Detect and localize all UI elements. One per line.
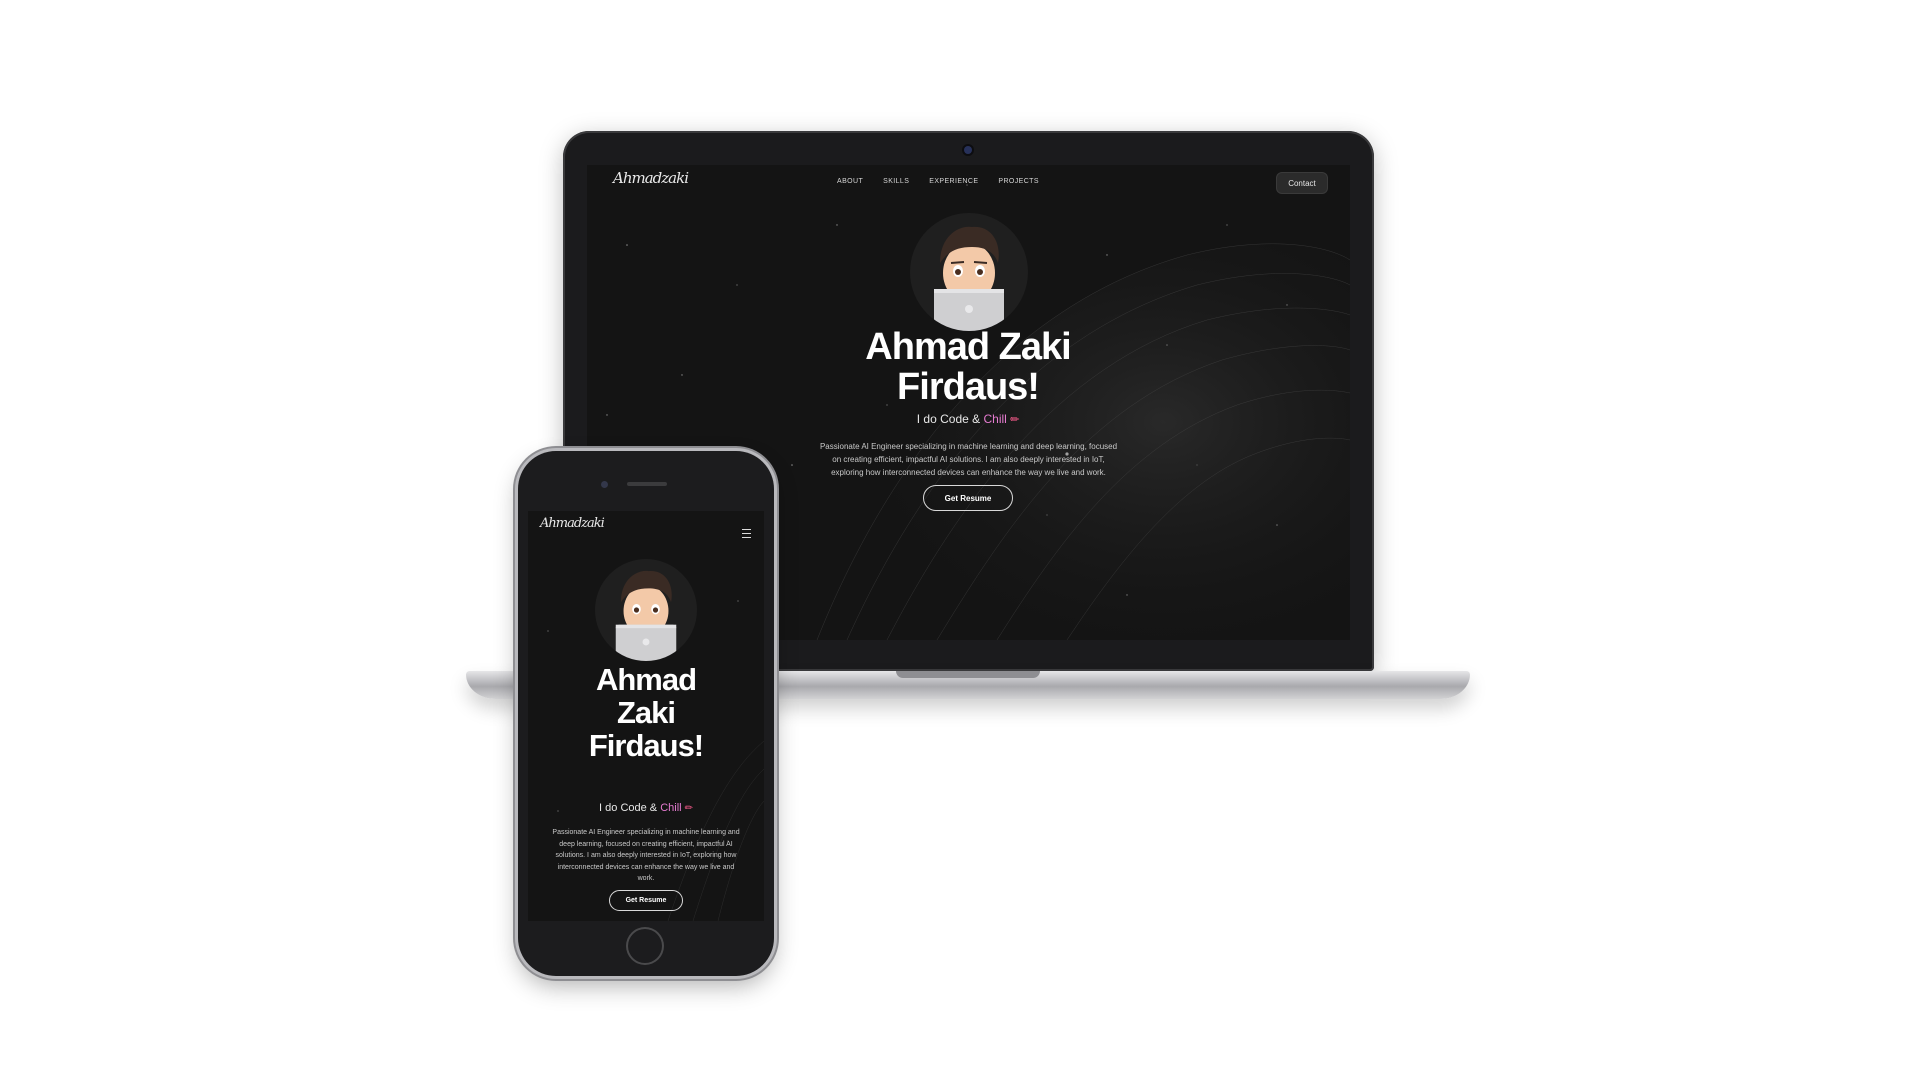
mobile-hero-tagline: I do Code & Chill ✏ — [536, 802, 756, 814]
mobile-hero-name-line2: Zaki — [616, 695, 676, 730]
nav-link-about[interactable]: ABOUT — [837, 178, 863, 185]
nav-link-projects[interactable]: PROJECTS — [998, 178, 1039, 185]
desktop-navbar: Ahmadzaki ABOUT SKILLS EXPERIENCE PROJEC… — [587, 165, 1350, 205]
hero-description: Passionate AI Engineer specializing in m… — [819, 442, 1118, 477]
avatar — [910, 213, 1028, 331]
get-resume-button[interactable]: Get Resume — [923, 485, 1013, 511]
mobile-screen: Ahmadzaki Ahmad Zaki Firdaus! I do Code … — [528, 511, 764, 921]
phone-mockup: Ahmadzaki Ahmad Zaki Firdaus! I do Code … — [518, 451, 774, 976]
signature-logo[interactable]: Ahmadzaki — [613, 169, 689, 187]
mobile-get-resume-button[interactable]: Get Resume — [609, 890, 683, 911]
hero-tagline: I do Code & Chill ✏ — [768, 412, 1168, 426]
mobile-tagline-highlight: Chill — [660, 802, 682, 814]
mobile-hero-description: Passionate AI Engineer specializing in m… — [552, 829, 740, 882]
contact-button[interactable]: Contact — [1277, 173, 1327, 193]
memoji-avatar-icon — [934, 226, 1004, 331]
mobile-memoji-avatar-icon — [615, 570, 677, 661]
hero-name-line2: Firdaus! — [897, 366, 1040, 408]
tagline-highlight: Chill — [983, 412, 1007, 426]
mobile-hero-name: Ahmad Zaki Firdaus! — [536, 663, 756, 762]
hamburger-menu-icon[interactable] — [742, 529, 751, 538]
pencil-icon: ✏ — [1010, 414, 1020, 426]
nav-link-experience[interactable]: EXPERIENCE — [929, 178, 978, 185]
laptop-notch — [896, 671, 1040, 678]
laptop-camera — [964, 146, 972, 154]
nav-link-skills[interactable]: SKILLS — [883, 178, 909, 185]
mobile-tagline-prefix: I do Code & — [599, 802, 661, 814]
mobile-avatar — [595, 559, 697, 661]
mobile-hero-name-line1: Ahmad — [595, 662, 697, 697]
phone-home-button[interactable] — [626, 927, 664, 965]
hero-name-line1: Ahmad Zaki — [865, 326, 1071, 368]
laptop-mockup: Ahmadzaki ABOUT SKILLS EXPERIENCE PROJEC… — [0, 0, 1920, 1080]
hero-name: Ahmad Zaki Firdaus! — [768, 327, 1168, 407]
phone-speaker — [627, 482, 667, 486]
phone-camera — [601, 481, 608, 488]
mobile-signature-logo[interactable]: Ahmadzaki — [540, 516, 605, 531]
desktop-nav-links: ABOUT SKILLS EXPERIENCE PROJECTS — [837, 178, 1039, 185]
mobile-pencil-icon: ✏ — [684, 803, 693, 814]
tagline-prefix: I do Code & — [916, 412, 984, 426]
mobile-hero-name-line3: Firdaus! — [588, 728, 704, 763]
